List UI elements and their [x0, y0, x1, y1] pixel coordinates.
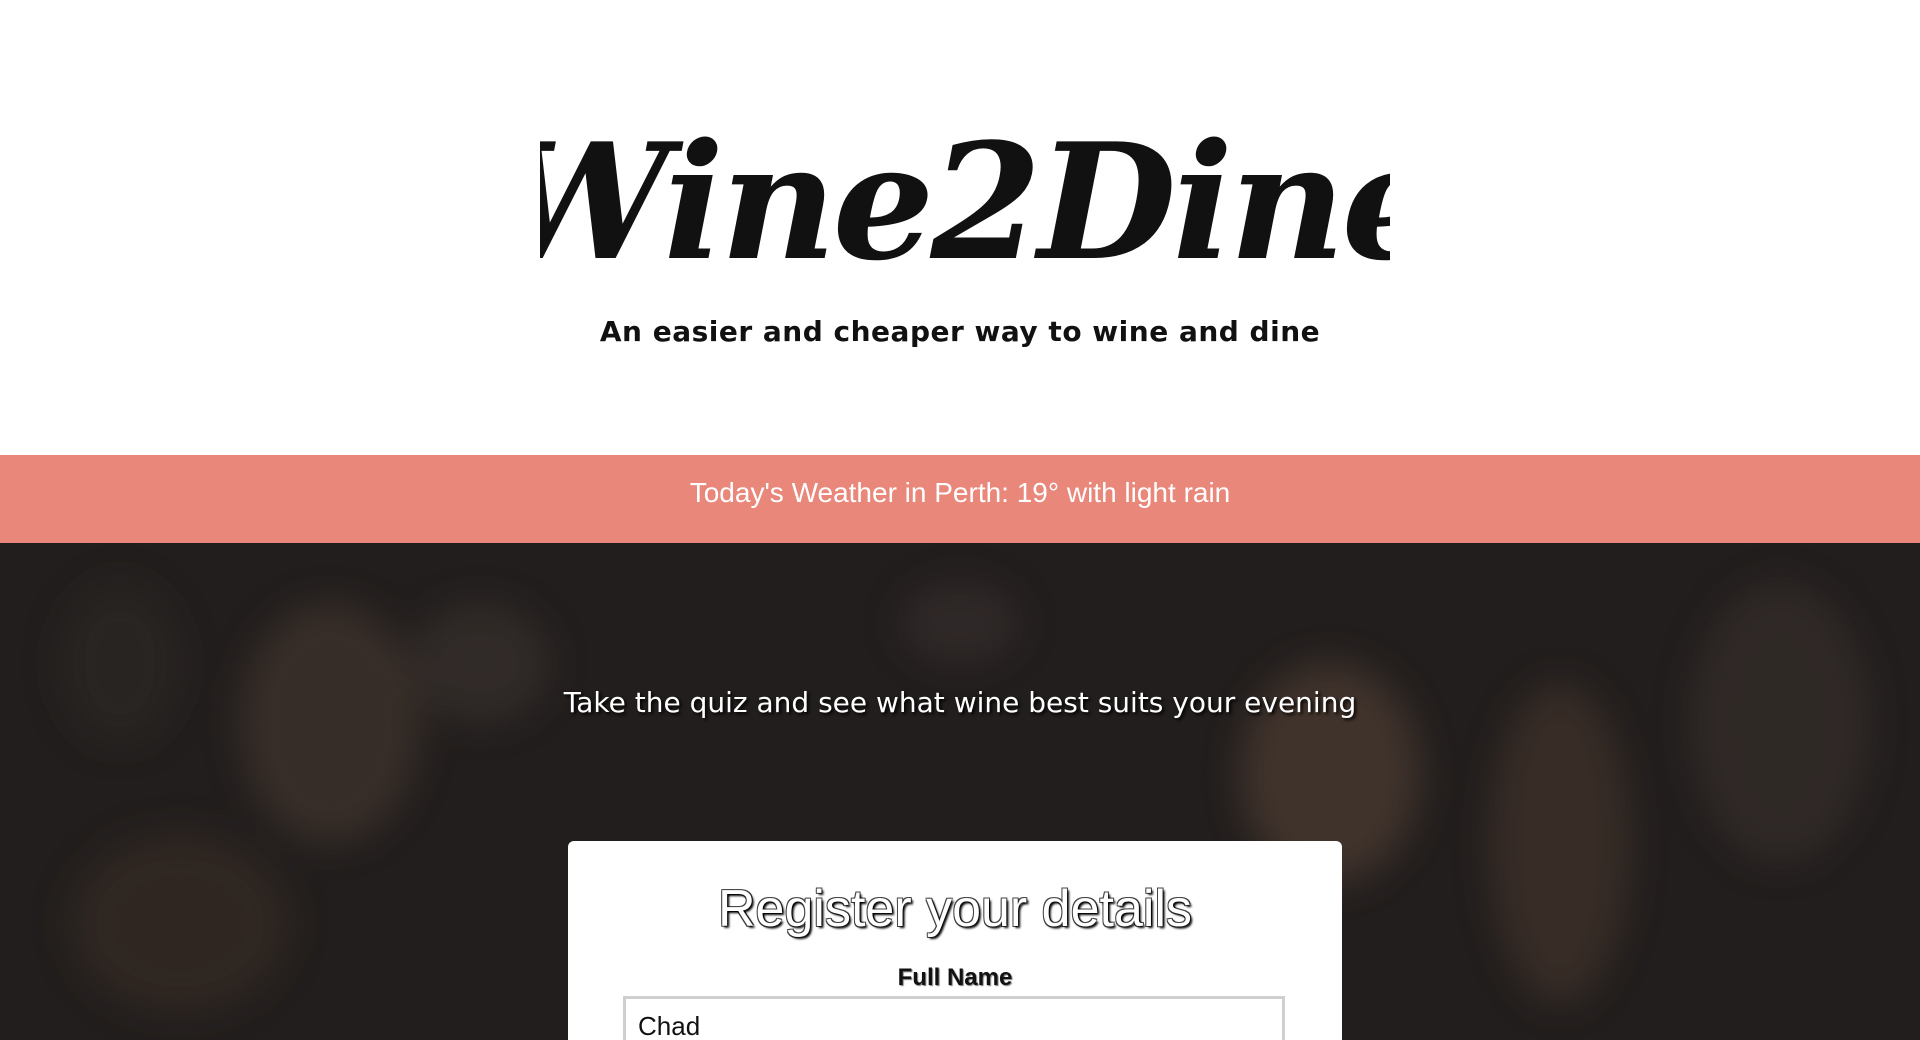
full-name-label: Full Name: [897, 964, 1013, 991]
wine2dine-logo: Wine2Dine: [540, 110, 1390, 280]
hero-section: Take the quiz and see what wine best sui…: [0, 543, 1920, 1040]
register-card: Register your details Full Name: [568, 841, 1342, 1040]
tagline: An easier and cheaper way to wine and di…: [599, 315, 1321, 348]
weather-text: Today's Weather in Perth: 19° with light…: [689, 477, 1231, 508]
register-title: Register your details: [718, 880, 1192, 938]
site-header: Wine2Dine An easier and cheaper way to w…: [0, 0, 1920, 455]
full-name-input[interactable]: [623, 996, 1285, 1040]
hero-text: Take the quiz and see what wine best sui…: [563, 686, 1357, 719]
weather-bar: Today's Weather in Perth: 19° with light…: [0, 455, 1920, 543]
svg-text:Wine2Dine: Wine2Dine: [540, 110, 1390, 280]
